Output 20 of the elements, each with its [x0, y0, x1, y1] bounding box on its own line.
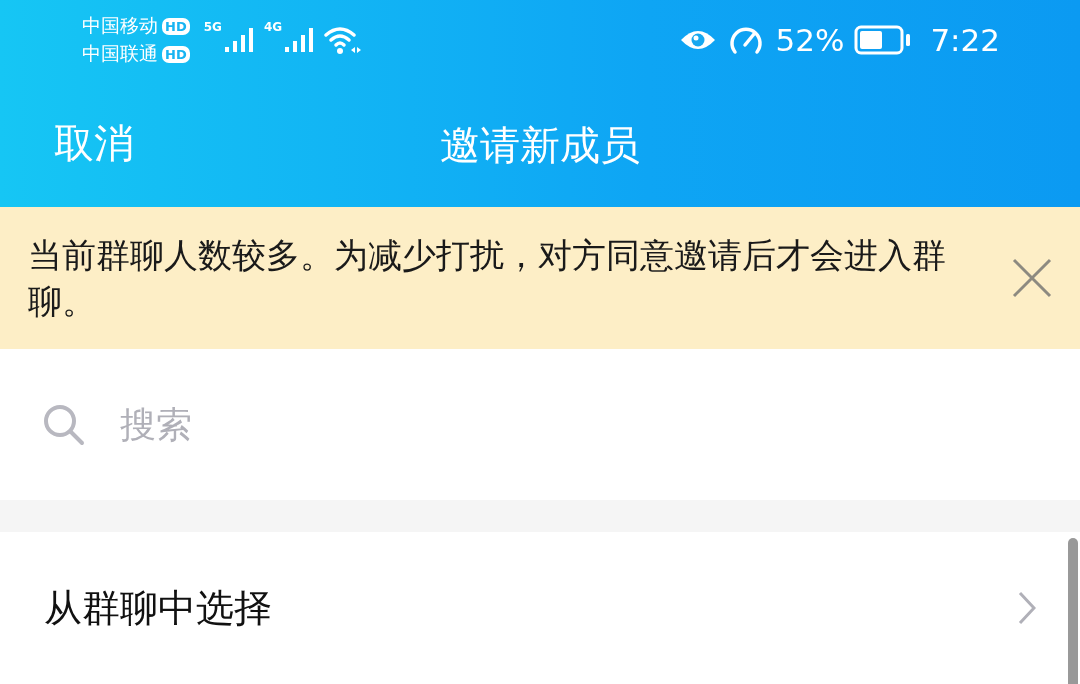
close-icon[interactable] — [1012, 258, 1052, 298]
list-item-label: 从群聊中选择 — [44, 584, 272, 632]
page-title: 邀请新成员 — [440, 121, 640, 170]
clock-time: 7:22 — [930, 22, 1000, 58]
battery-icon — [854, 25, 913, 55]
carrier-name: 中国联通 — [82, 41, 158, 66]
network-type: 5G — [203, 20, 222, 34]
list-item[interactable]: 从群聊中选择 — [0, 532, 1080, 684]
chevron-icon — [1018, 591, 1036, 625]
search-field[interactable]: 搜索 — [118, 403, 1040, 446]
hd-badge: HD — [162, 17, 190, 35]
scrollbar[interactable] — [1068, 538, 1078, 684]
wifi-icon — [324, 25, 363, 55]
battery-percentage: 52% — [775, 22, 845, 58]
network-type: 4G — [263, 20, 283, 34]
notice-text: 当前群聊人数较多。为减少打扰，对方同意邀请后才会进入群聊。 — [28, 234, 947, 323]
signal-icon — [284, 27, 315, 53]
carrier-name: 中国移动 — [82, 13, 158, 38]
signal-icon — [223, 27, 254, 53]
hd-badge: HD — [162, 45, 190, 63]
